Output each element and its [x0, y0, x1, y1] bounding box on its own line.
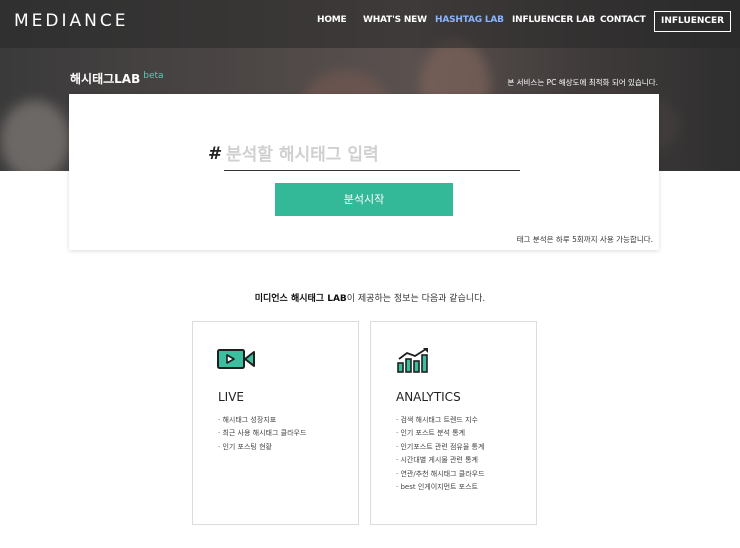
nav-contact[interactable]: CONTACT — [600, 15, 646, 25]
nav-home[interactable]: HOME — [317, 15, 347, 25]
list-item: · 인기 포스트 분석 통계 — [396, 429, 466, 438]
brand-logo[interactable]: MEDIANCE — [14, 11, 128, 31]
nav-influencer-lab[interactable]: INFLUENCER LAB — [512, 15, 595, 25]
intro-rest: 이 제공하는 정보는 다음과 같습니다. — [346, 294, 486, 304]
list-item: · 시간대별 게시물 관련 통계 — [396, 456, 478, 465]
list-item: · 인기 포스팅 현황 — [218, 442, 272, 451]
hash-icon: # — [208, 144, 223, 164]
feature-title-live: LIVE — [218, 390, 245, 404]
resolution-notice: 본 서비스는 PC 해상도에 최적화 되어 있습니다. — [507, 78, 658, 87]
nav-whats-new[interactable]: WHAT'S NEW — [363, 15, 427, 25]
intro-bold: 미디언스 해시태그 LAB — [254, 294, 347, 304]
feature-card-analytics: ANALYTICS · 검색 해시태그 트렌드 지수 · 인기 포스트 분석 통… — [370, 321, 537, 525]
usage-limit-text: 태그 분석은 하루 5회까지 사용 가능합니다. — [516, 235, 653, 244]
search-card: # 분석시작 태그 분석은 하루 5회까지 사용 가능합니다. — [69, 94, 659, 250]
hashtag-search-input[interactable] — [224, 139, 520, 171]
feature-list-analytics: · 검색 해시태그 트렌드 지수 · 인기 포스트 분석 통계 · 인기포스트 … — [396, 414, 485, 494]
intro-text: 미디언스 해시태그 LAB이 제공하는 정보는 다음과 같습니다. — [0, 291, 740, 304]
list-item: · 인기포스트 관련 점유율 통계 — [396, 442, 485, 451]
page-title: 해시태그LAB beta — [70, 70, 164, 87]
list-item: · best 인게이지먼트 포스트 — [396, 483, 479, 492]
list-item: · 해시태그 성장지표 — [218, 416, 277, 424]
nav-hashtag-lab[interactable]: HASHTAG LAB — [435, 15, 504, 25]
beta-badge: beta — [143, 71, 164, 81]
video-icon — [217, 348, 257, 374]
feature-title-analytics: ANALYTICS — [396, 390, 461, 404]
list-item: · 검색 해시태그 트렌드 지수 — [396, 416, 478, 424]
list-item: · 최근 사용 해시태그 클라우드 — [218, 429, 307, 438]
page-title-text: 해시태그LAB — [70, 72, 141, 86]
nav-influencer-button[interactable]: INFLUENCER — [654, 11, 732, 32]
feature-card-live: LIVE · 해시태그 성장지표 · 최근 사용 해시태그 클라우드 · 인기 … — [192, 321, 359, 525]
top-navbar: MEDIANCE HOME WHAT'S NEW HASHTAG LAB INF… — [0, 0, 740, 48]
start-analysis-button[interactable]: 분석시작 — [275, 183, 453, 216]
chart-growth-icon — [396, 347, 432, 377]
feature-list-live: · 해시태그 성장지표 · 최근 사용 해시태그 클라우드 · 인기 포스팅 현… — [218, 414, 306, 454]
list-item: · 연관/추천 해시태그 클라우드 — [396, 469, 485, 478]
